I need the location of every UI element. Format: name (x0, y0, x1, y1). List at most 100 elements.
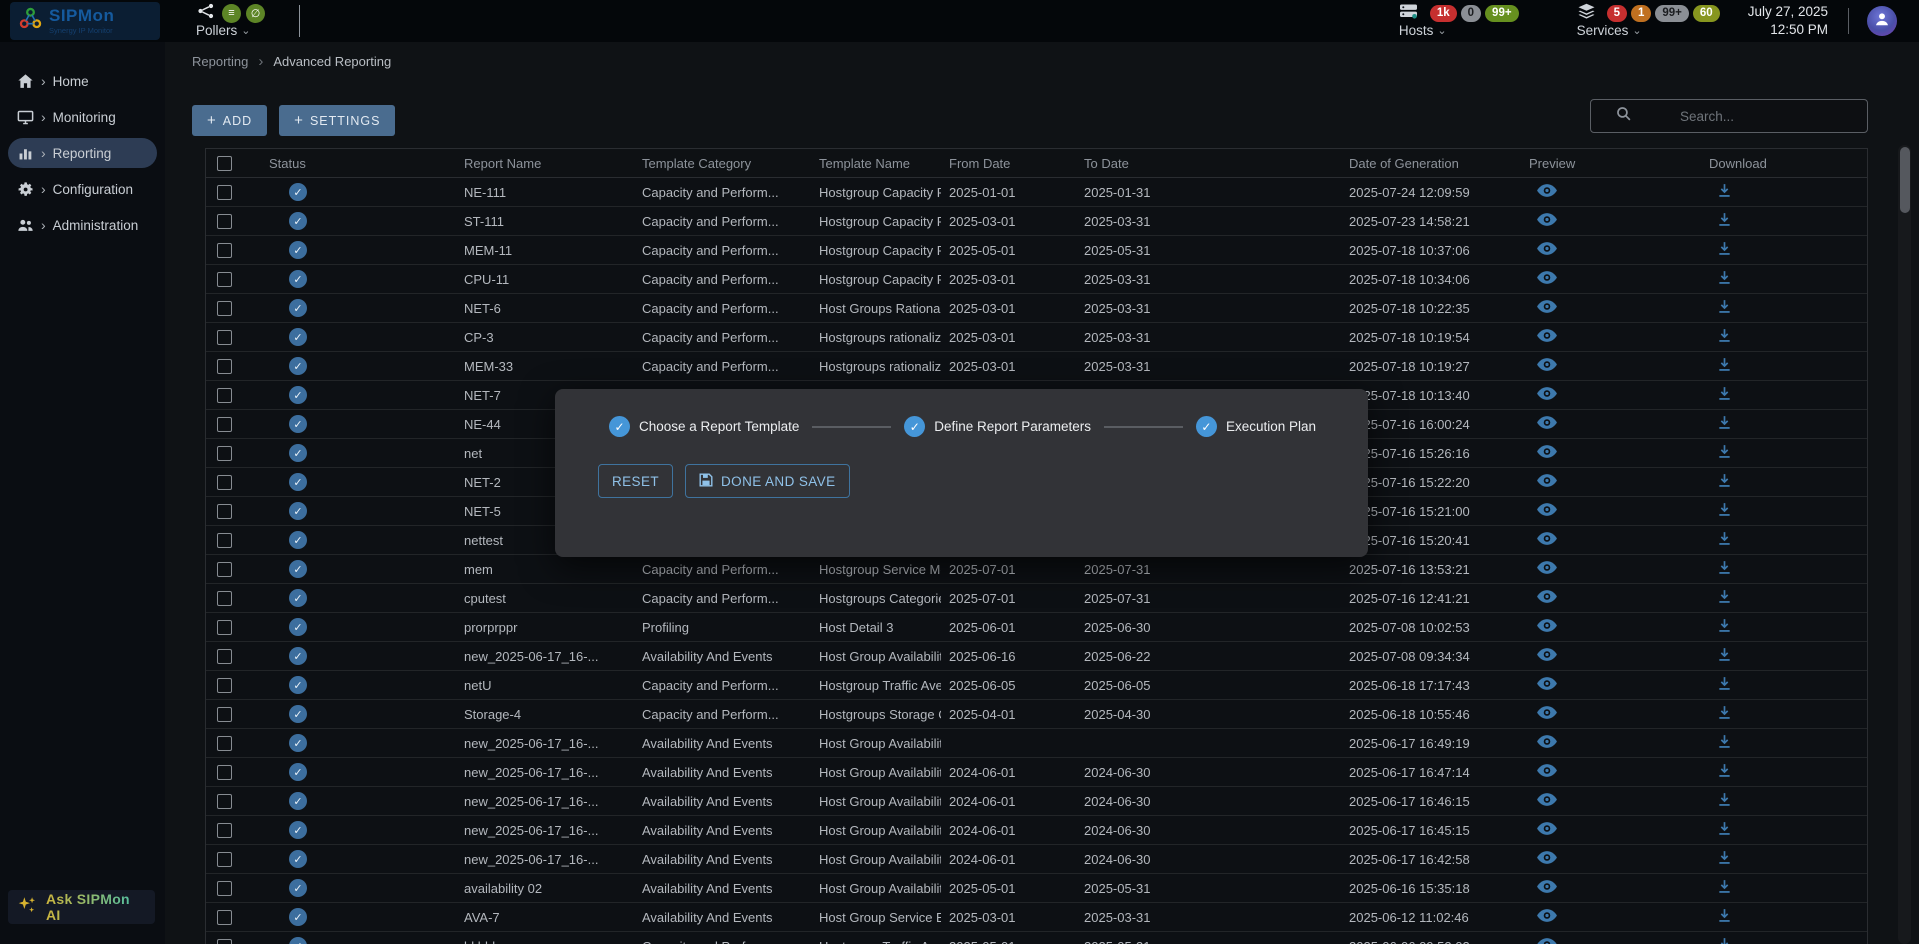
wizard-step[interactable]: ✓Execution Plan (1196, 416, 1316, 437)
row-checkbox[interactable] (217, 504, 232, 519)
table-row[interactable]: ✓memCapacity and Perform...Hostgroup Ser… (206, 555, 1867, 584)
sidebar-item-reporting[interactable]: ›Reporting (8, 138, 157, 168)
table-row[interactable]: ✓CP-3Capacity and Perform...Hostgroups r… (206, 323, 1867, 352)
row-checkbox[interactable] (217, 562, 232, 577)
row-checkbox[interactable] (217, 823, 232, 838)
download-icon[interactable] (1717, 270, 1732, 285)
download-icon[interactable] (1717, 299, 1732, 314)
row-checkbox[interactable] (217, 910, 232, 925)
row-checkbox[interactable] (217, 359, 232, 374)
download-icon[interactable] (1717, 502, 1732, 517)
download-icon[interactable] (1717, 908, 1732, 923)
preview-eye-icon[interactable] (1537, 792, 1557, 807)
services-count-badge[interactable]: 99+ (1655, 5, 1689, 22)
download-icon[interactable] (1717, 415, 1732, 430)
services-count-badge[interactable]: 5 (1607, 5, 1627, 22)
download-icon[interactable] (1717, 560, 1732, 575)
row-checkbox[interactable] (217, 446, 232, 461)
table-row[interactable]: ✓AVA-7Availability And EventsHost Group … (206, 903, 1867, 932)
preview-eye-icon[interactable] (1537, 850, 1557, 865)
row-checkbox[interactable] (217, 272, 232, 287)
preview-eye-icon[interactable] (1537, 212, 1557, 227)
preview-eye-icon[interactable] (1537, 386, 1557, 401)
search-input[interactable] (1632, 109, 1855, 124)
download-icon[interactable] (1717, 444, 1732, 459)
sidebar-item-administration[interactable]: ›Administration (8, 210, 157, 240)
download-icon[interactable] (1717, 212, 1732, 227)
download-icon[interactable] (1717, 879, 1732, 894)
scrollbar-thumb[interactable] (1900, 147, 1910, 213)
preview-eye-icon[interactable] (1537, 444, 1557, 459)
table-row[interactable]: ✓prorprpprProfilingHost Detail 32025-06-… (206, 613, 1867, 642)
table-row[interactable]: ✓cputestCapacity and Perform...Hostgroup… (206, 584, 1867, 613)
row-checkbox[interactable] (217, 939, 232, 944)
preview-eye-icon[interactable] (1537, 473, 1557, 488)
hosts-count-badge[interactable]: 1k (1430, 5, 1457, 22)
download-icon[interactable] (1717, 183, 1732, 198)
row-checkbox[interactable] (217, 852, 232, 867)
row-checkbox[interactable] (217, 881, 232, 896)
download-icon[interactable] (1717, 647, 1732, 662)
hosts-menu[interactable]: 1k099+ Hosts⌄ (1399, 0, 1519, 42)
preview-eye-icon[interactable] (1537, 937, 1557, 944)
row-checkbox[interactable] (217, 243, 232, 258)
download-icon[interactable] (1717, 792, 1732, 807)
preview-eye-icon[interactable] (1537, 502, 1557, 517)
wizard-step[interactable]: ✓Define Report Parameters (904, 416, 1091, 437)
row-checkbox[interactable] (217, 301, 232, 316)
preview-eye-icon[interactable] (1537, 908, 1557, 923)
table-row[interactable]: ✓MEM-11Capacity and Perform...Hostgroup … (206, 236, 1867, 265)
settings-button[interactable]: + SETTINGS (279, 105, 395, 136)
preview-eye-icon[interactable] (1537, 299, 1557, 314)
download-icon[interactable] (1717, 357, 1732, 372)
preview-eye-icon[interactable] (1537, 821, 1557, 836)
preview-eye-icon[interactable] (1537, 328, 1557, 343)
services-count-badge[interactable]: 60 (1693, 5, 1720, 22)
row-checkbox[interactable] (217, 591, 232, 606)
table-row[interactable]: ✓netUCapacity and Perform...Hostgroup Tr… (206, 671, 1867, 700)
row-checkbox[interactable] (217, 649, 232, 664)
hosts-count-badge[interactable]: 0 (1461, 5, 1481, 22)
row-checkbox[interactable] (217, 620, 232, 635)
ask-sipmon-ai-button[interactable]: Ask SIPMon AI (8, 890, 155, 924)
row-checkbox[interactable] (217, 330, 232, 345)
table-row[interactable]: ✓ST-111Capacity and Perform...Hostgroup … (206, 207, 1867, 236)
reset-button[interactable]: RESET (598, 464, 673, 498)
row-checkbox[interactable] (217, 214, 232, 229)
download-icon[interactable] (1717, 763, 1732, 778)
table-row[interactable]: ✓new_2025-06-17_16-...Availability And E… (206, 787, 1867, 816)
services-count-badge[interactable]: 1 (1631, 5, 1651, 22)
row-checkbox[interactable] (217, 417, 232, 432)
preview-eye-icon[interactable] (1537, 879, 1557, 894)
preview-eye-icon[interactable] (1537, 705, 1557, 720)
row-checkbox[interactable] (217, 388, 232, 403)
preview-eye-icon[interactable] (1537, 357, 1557, 372)
table-row[interactable]: ✓new_2025-06-17_16-...Availability And E… (206, 758, 1867, 787)
table-row[interactable]: ✓new_2025-06-17_16-...Availability And E… (206, 642, 1867, 671)
download-icon[interactable] (1717, 531, 1732, 546)
download-icon[interactable] (1717, 328, 1732, 343)
table-row[interactable]: ✓NET-6Capacity and Perform...Host Groups… (206, 294, 1867, 323)
row-checkbox[interactable] (217, 736, 232, 751)
download-icon[interactable] (1717, 705, 1732, 720)
row-checkbox[interactable] (217, 678, 232, 693)
row-checkbox[interactable] (217, 185, 232, 200)
preview-eye-icon[interactable] (1537, 415, 1557, 430)
download-icon[interactable] (1717, 589, 1732, 604)
services-menu[interactable]: 5199+60 Services⌄ (1577, 0, 1720, 42)
select-all-checkbox[interactable] (217, 156, 232, 171)
pollers-menu[interactable]: ≡ ∅ Pollers⌄ (196, 0, 265, 42)
table-row[interactable]: ✓new_2025-06-17_16-...Availability And E… (206, 729, 1867, 758)
preview-eye-icon[interactable] (1537, 676, 1557, 691)
table-row[interactable]: ✓NE-111Capacity and Perform...Hostgroup … (206, 178, 1867, 207)
row-checkbox[interactable] (217, 765, 232, 780)
preview-eye-icon[interactable] (1537, 241, 1557, 256)
download-icon[interactable] (1717, 618, 1732, 633)
preview-eye-icon[interactable] (1537, 270, 1557, 285)
sidebar-item-monitoring[interactable]: ›Monitoring (8, 102, 157, 132)
table-row[interactable]: ✓availability 02Availability And EventsH… (206, 874, 1867, 903)
app-logo[interactable]: SIPMon Synergy IP Monitor (10, 2, 160, 40)
table-row[interactable]: ✓new_2025-06-17_16-...Availability And E… (206, 845, 1867, 874)
table-row[interactable]: ✓MEM-33Capacity and Perform...Hostgroups… (206, 352, 1867, 381)
download-icon[interactable] (1717, 676, 1732, 691)
